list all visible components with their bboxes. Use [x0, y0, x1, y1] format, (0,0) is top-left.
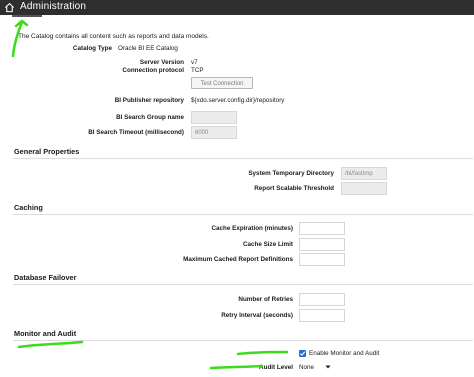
cache-expiration-input[interactable]	[299, 222, 345, 235]
checkmark-icon	[299, 351, 306, 356]
cache-size-limit-label: Cache Size Limit	[242, 241, 293, 248]
enable-monitor-audit-checkbox[interactable]	[299, 350, 306, 357]
bi-search-timeout-label: BI Search Timeout (millisecond)	[88, 129, 184, 136]
annotation-underline-checkbox	[236, 350, 289, 356]
chevron-down-icon[interactable]	[325, 364, 331, 370]
report-scalable-threshold-label: Report Scalable Threshold	[254, 185, 334, 192]
server-version-value: v7	[191, 59, 198, 66]
annotation-arrow-head	[14, 19, 29, 28]
annotation-marks	[11, 19, 289, 370]
server-version-label: Server Version	[139, 59, 184, 66]
bi-search-timeout-input[interactable]: 6000	[191, 126, 237, 139]
divider	[13, 214, 473, 215]
divider	[13, 340, 473, 341]
bi-publisher-repository-label: BI Publisher repository	[114, 97, 184, 104]
bi-publisher-repository-value: ${xdo.server.config.dir}/repository	[191, 97, 285, 104]
monitor-audit-header: Monitor and Audit	[14, 329, 77, 338]
enable-monitor-audit-label: Enable Monitor and Audit	[309, 350, 380, 357]
divider	[13, 158, 473, 159]
test-connection-button[interactable]: Test Connection	[191, 77, 253, 89]
general-properties-header: General Properties	[14, 147, 80, 156]
caching-header: Caching	[14, 203, 43, 212]
system-temp-dir-input[interactable]: /bi/fasttmp	[341, 167, 387, 180]
divider	[13, 284, 473, 285]
catalog-type-label: Catalog Type	[72, 45, 112, 52]
home-icon[interactable]	[4, 2, 15, 13]
audit-level-select[interactable]: None	[299, 364, 314, 371]
bi-search-group-input[interactable]	[191, 111, 237, 124]
system-temp-dir-label: System Temporary Directory	[248, 170, 334, 177]
catalog-description: The Catalog contains all content such as…	[18, 33, 209, 40]
retry-interval-input[interactable]	[299, 309, 345, 322]
max-cached-reports-input[interactable]	[299, 253, 345, 266]
cache-size-limit-input[interactable]	[299, 238, 345, 251]
connection-protocol-label: Connection protocol	[122, 67, 184, 74]
database-failover-header: Database Failover	[14, 273, 77, 282]
catalog-type-value: Oracle BI EE Catalog	[118, 45, 178, 52]
retry-interval-label: Retry Interval (seconds)	[221, 312, 293, 319]
bi-search-group-label: BI Search Group name	[116, 114, 184, 121]
annotation-underline-audit-level	[209, 364, 264, 370]
report-scalable-threshold-input[interactable]	[341, 182, 387, 195]
audit-level-label: Audit Level	[259, 364, 293, 371]
max-cached-reports-label: Maximum Cached Report Definitions	[183, 256, 293, 263]
clipped-section-header	[12, 15, 42, 17]
page-title: Administration	[20, 1, 87, 12]
title-bar: Administration	[0, 0, 474, 15]
cache-expiration-label: Cache Expiration (minutes)	[211, 225, 293, 232]
annotation-underline-header	[17, 340, 84, 349]
number-of-retries-label: Number of Retries	[238, 296, 293, 303]
number-of-retries-input[interactable]	[299, 293, 345, 306]
connection-protocol-value: TCP	[191, 67, 204, 74]
